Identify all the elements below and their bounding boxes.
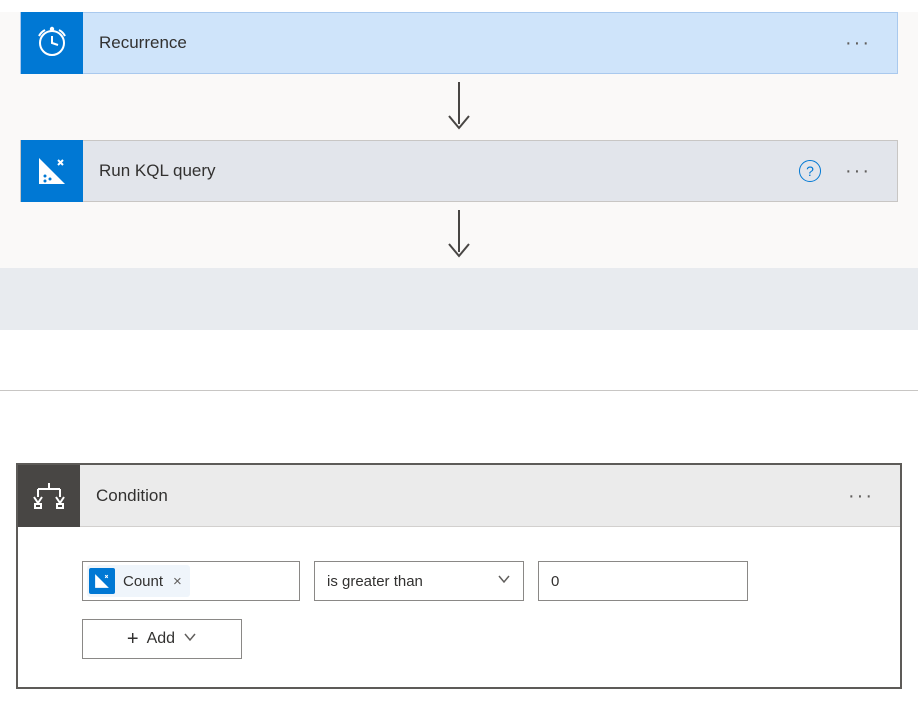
step-card-recurrence[interactable]: Recurrence ··· [20,12,898,74]
ellipsis-icon[interactable]: ··· [848,486,874,506]
step-title: Recurrence [99,33,845,53]
chevron-down-icon [497,572,511,590]
value-text: 0 [551,573,559,590]
ellipsis-icon[interactable]: ··· [845,161,871,181]
condition-header[interactable]: Condition ··· [18,465,900,527]
arrow-connector [20,74,898,140]
plus-icon: + [127,629,139,649]
condition-expression-row: Count × is greater than 0 [82,561,836,601]
ellipsis-icon[interactable]: ··· [845,33,871,53]
azure-data-explorer-icon [21,140,83,202]
step-title: Run KQL query [99,161,799,181]
azure-data-explorer-icon [89,568,115,594]
condition-title: Condition [96,486,848,506]
condition-left-operand-field[interactable]: Count × [82,561,300,601]
arrow-connector [20,202,898,268]
add-button-label: Add [147,630,175,648]
token-remove-icon[interactable]: × [173,573,182,590]
condition-icon [18,465,80,527]
token-label: Count [123,573,163,590]
step-card-run-kql-query[interactable]: Run KQL query ? ··· [20,140,898,202]
condition-right-operand-field[interactable]: 0 [538,561,748,601]
help-icon[interactable]: ? [799,160,821,182]
operator-label: is greater than [327,573,423,590]
condition-operator-select[interactable]: is greater than [314,561,524,601]
clock-icon [21,12,83,74]
step-card-condition: Condition ··· Count × [16,463,902,689]
dynamic-content-token[interactable]: Count × [87,565,190,597]
add-condition-button[interactable]: + Add [82,619,242,659]
drop-zone-band[interactable] [0,268,918,330]
chevron-down-icon [183,630,197,649]
